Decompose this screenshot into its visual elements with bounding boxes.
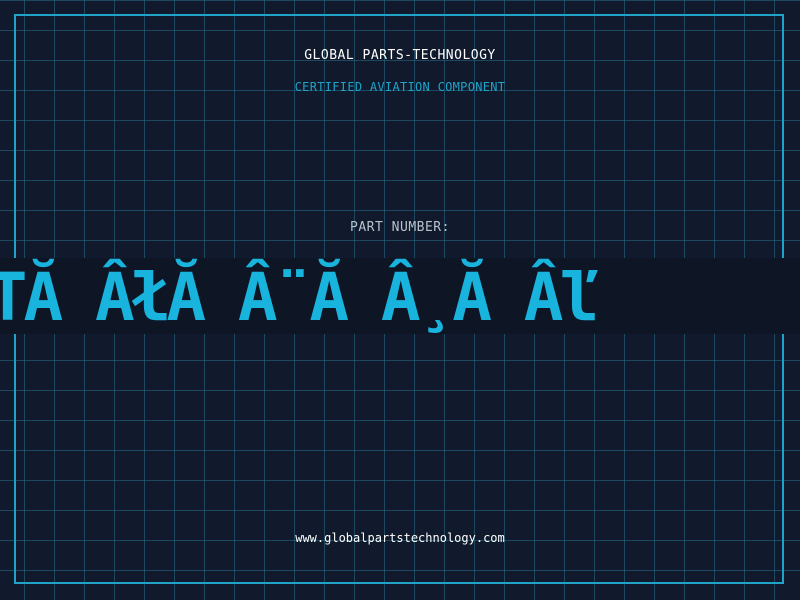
- certification-tagline: CERTIFIED AVIATION COMPONENT: [294, 80, 506, 94]
- company-name: GLOBAL PARTS-TECHNOLOGY: [304, 48, 496, 63]
- website-url: www.globalpartstechnology.com: [295, 531, 505, 545]
- part-number-band: TTĂ ÂłĂ Â¨Ă Â¸Ă Âľ: [0, 258, 800, 334]
- part-number-label: PART NUMBER:: [350, 220, 450, 235]
- part-number-value: TTĂ ÂłĂ Â¨Ă Â¸Ă Âľ: [0, 259, 599, 334]
